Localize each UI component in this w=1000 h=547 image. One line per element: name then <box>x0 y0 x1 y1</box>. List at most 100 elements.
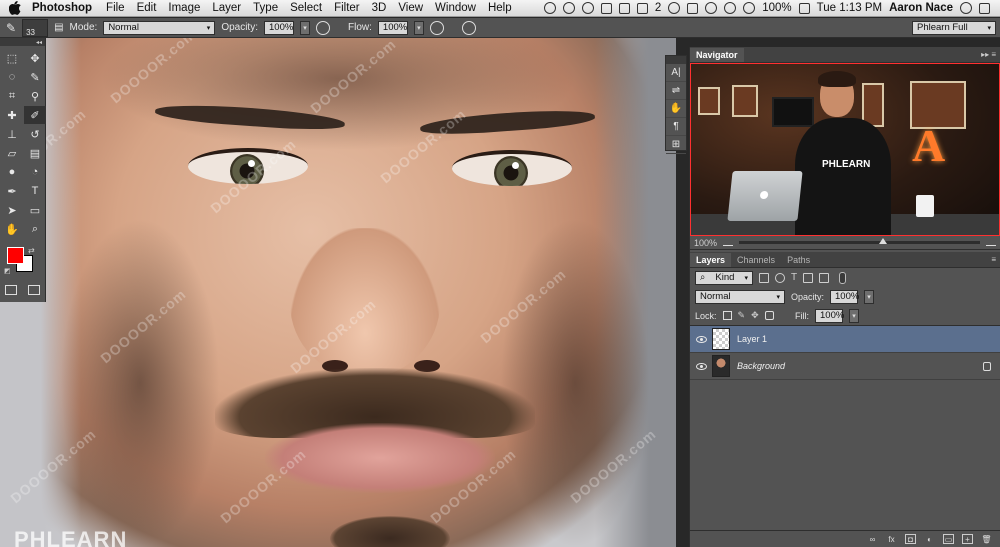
menu-view[interactable]: View <box>398 2 423 14</box>
navigator-view-box[interactable] <box>690 63 1000 236</box>
type-filter-icon[interactable]: T <box>791 272 797 283</box>
menu-3d[interactable]: 3D <box>372 2 387 14</box>
link-layers-icon[interactable]: ∞ <box>867 534 878 544</box>
menu-filter[interactable]: Filter <box>334 2 360 14</box>
lock-image-icon[interactable]: ✎ <box>738 310 746 321</box>
path-selection-tool[interactable]: ➤ <box>1 201 23 219</box>
tab-channels[interactable]: Channels <box>731 253 781 267</box>
layer-name[interactable]: Background <box>737 361 983 371</box>
quick-selection-tool[interactable]: ✎ <box>24 68 46 86</box>
zoom-in-icon[interactable] <box>986 240 996 246</box>
user-name[interactable]: Aaron Nace <box>889 2 953 14</box>
blur-tool[interactable]: ● <box>1 163 23 181</box>
eraser-tool[interactable]: ▱ <box>1 144 23 162</box>
zoom-value[interactable]: 100% <box>694 238 717 248</box>
tools-panel-header[interactable]: ◂◂ <box>0 38 45 46</box>
blocked-icon[interactable] <box>581 2 594 14</box>
menu-select[interactable]: Select <box>290 2 322 14</box>
foreground-color-swatch[interactable] <box>7 247 24 264</box>
marquee-tool[interactable]: ⬚ <box>1 49 23 67</box>
delete-layer-icon[interactable]: 🗑 <box>981 534 992 544</box>
fill-input[interactable]: 100% <box>815 308 844 323</box>
menu-file[interactable]: File <box>106 2 125 14</box>
pressure-opacity-icon[interactable] <box>316 20 330 35</box>
filter-kind-select[interactable]: ⌕ Kind ▾ <box>695 270 753 285</box>
add-mask-icon[interactable]: ◘ <box>905 534 916 544</box>
document-canvas[interactable]: DOOOOR.com DOOOOR.com DOOOOR.com DOOOOR.… <box>0 38 676 547</box>
shape-filter-icon[interactable] <box>803 272 814 283</box>
clock[interactable]: Tue 1:13 PM <box>817 2 882 14</box>
opacity-slider-button[interactable]: ▾ <box>300 20 310 35</box>
zoom-out-icon[interactable] <box>723 240 734 246</box>
volume-icon[interactable] <box>724 2 737 14</box>
new-layer-icon[interactable]: + <box>962 534 973 544</box>
panel-menu-icon[interactable]: ≡ <box>991 255 996 264</box>
pen-tool[interactable]: ✒ <box>1 182 23 200</box>
workspace-select[interactable]: Phlearn Full ▾ <box>912 20 996 35</box>
layer-opacity-input[interactable]: 100% <box>830 289 859 304</box>
fill-slider-button[interactable]: ▾ <box>849 308 859 323</box>
quick-mask-icon[interactable] <box>5 285 18 295</box>
pressure-size-icon[interactable] <box>461 20 476 35</box>
filter-toggle[interactable] <box>839 271 847 284</box>
menu-window[interactable]: Window <box>435 2 476 14</box>
dodge-tool[interactable]: ◔ <box>24 163 46 181</box>
layer-style-icon[interactable]: fx <box>886 534 897 544</box>
navigator-preview[interactable]: A PHLEARN <box>690 63 1000 236</box>
move-tool[interactable]: ✥ <box>24 49 46 67</box>
eyedropper-tool[interactable]: ⚲ <box>24 87 46 105</box>
panel-menu-icon[interactable]: ▸▸ ≡ <box>981 50 996 59</box>
smart-object-filter-icon[interactable] <box>819 272 830 283</box>
dropbox-icon[interactable] <box>618 2 630 14</box>
lasso-tool[interactable]: ◌ <box>1 68 23 86</box>
new-group-icon[interactable]: ▭ <box>943 534 954 544</box>
gradient-tool[interactable]: ▤ <box>24 144 46 162</box>
tool-presets-icon[interactable]: ✋ <box>666 100 686 118</box>
type-tool[interactable]: T <box>24 182 46 200</box>
visibility-toggle[interactable] <box>690 362 712 370</box>
swap-colors-icon[interactable]: ⇄ <box>28 246 35 255</box>
time-machine-icon[interactable] <box>668 2 681 14</box>
brush-preset-picker[interactable]: 33 <box>22 18 49 37</box>
app-menu[interactable]: Photoshop <box>32 2 92 14</box>
stamp-tool[interactable]: ⊥ <box>1 125 23 143</box>
tab-paths[interactable]: Paths <box>781 253 816 267</box>
brush-tool-preset-icon[interactable]: ✎ <box>6 21 16 35</box>
adjustments-panel-icon[interactable]: ⇌ <box>666 82 686 100</box>
character-panel-icon[interactable]: A| <box>666 64 686 82</box>
zoom-slider[interactable] <box>739 238 980 244</box>
creative-cloud-icon[interactable] <box>543 2 556 14</box>
healing-tool[interactable]: ✚ <box>1 106 23 124</box>
layer-row-background[interactable]: Background <box>690 353 1000 380</box>
collapse-icon[interactable]: ◂◂ <box>36 39 42 46</box>
paragraph-panel-icon[interactable]: ¶ <box>666 118 686 136</box>
notification-center-icon[interactable] <box>979 2 990 14</box>
layer-row-layer-1[interactable]: Layer 1 <box>690 326 1000 353</box>
tab-navigator[interactable]: Navigator <box>690 48 744 62</box>
flow-input[interactable]: 100% <box>377 20 408 35</box>
adjustment-filter-icon[interactable] <box>775 272 785 283</box>
spotlight-search-icon[interactable] <box>960 2 972 14</box>
menu-help[interactable]: Help <box>488 2 512 14</box>
display-icon[interactable] <box>687 2 699 14</box>
lock-position-icon[interactable]: ✥ <box>751 310 759 321</box>
layer-name[interactable]: Layer 1 <box>737 334 1000 344</box>
menu-type[interactable]: Type <box>253 2 278 14</box>
menu-layer[interactable]: Layer <box>212 2 241 14</box>
menu-image[interactable]: Image <box>168 2 200 14</box>
brush-tool[interactable]: ✐ <box>24 106 46 124</box>
menu-edit[interactable]: Edit <box>137 2 157 14</box>
screen-capture-icon[interactable] <box>600 2 612 14</box>
blend-mode-select[interactable]: Normal ▾ <box>695 289 785 304</box>
apple-menu-icon[interactable] <box>8 1 22 15</box>
opacity-input[interactable]: 100% <box>264 20 294 35</box>
panel-strip-header[interactable] <box>666 56 686 64</box>
battery-icon[interactable] <box>798 2 810 14</box>
layer-opacity-slider-button[interactable]: ▾ <box>864 289 875 304</box>
airbrush-icon[interactable] <box>429 20 444 35</box>
bluetooth-icon[interactable] <box>705 2 718 14</box>
layer-lock-icon[interactable] <box>983 361 991 371</box>
default-colors-icon[interactable]: ◩ <box>4 267 11 275</box>
hand-tool[interactable]: ✋ <box>1 220 23 238</box>
zoom-slider-handle[interactable] <box>878 238 887 244</box>
